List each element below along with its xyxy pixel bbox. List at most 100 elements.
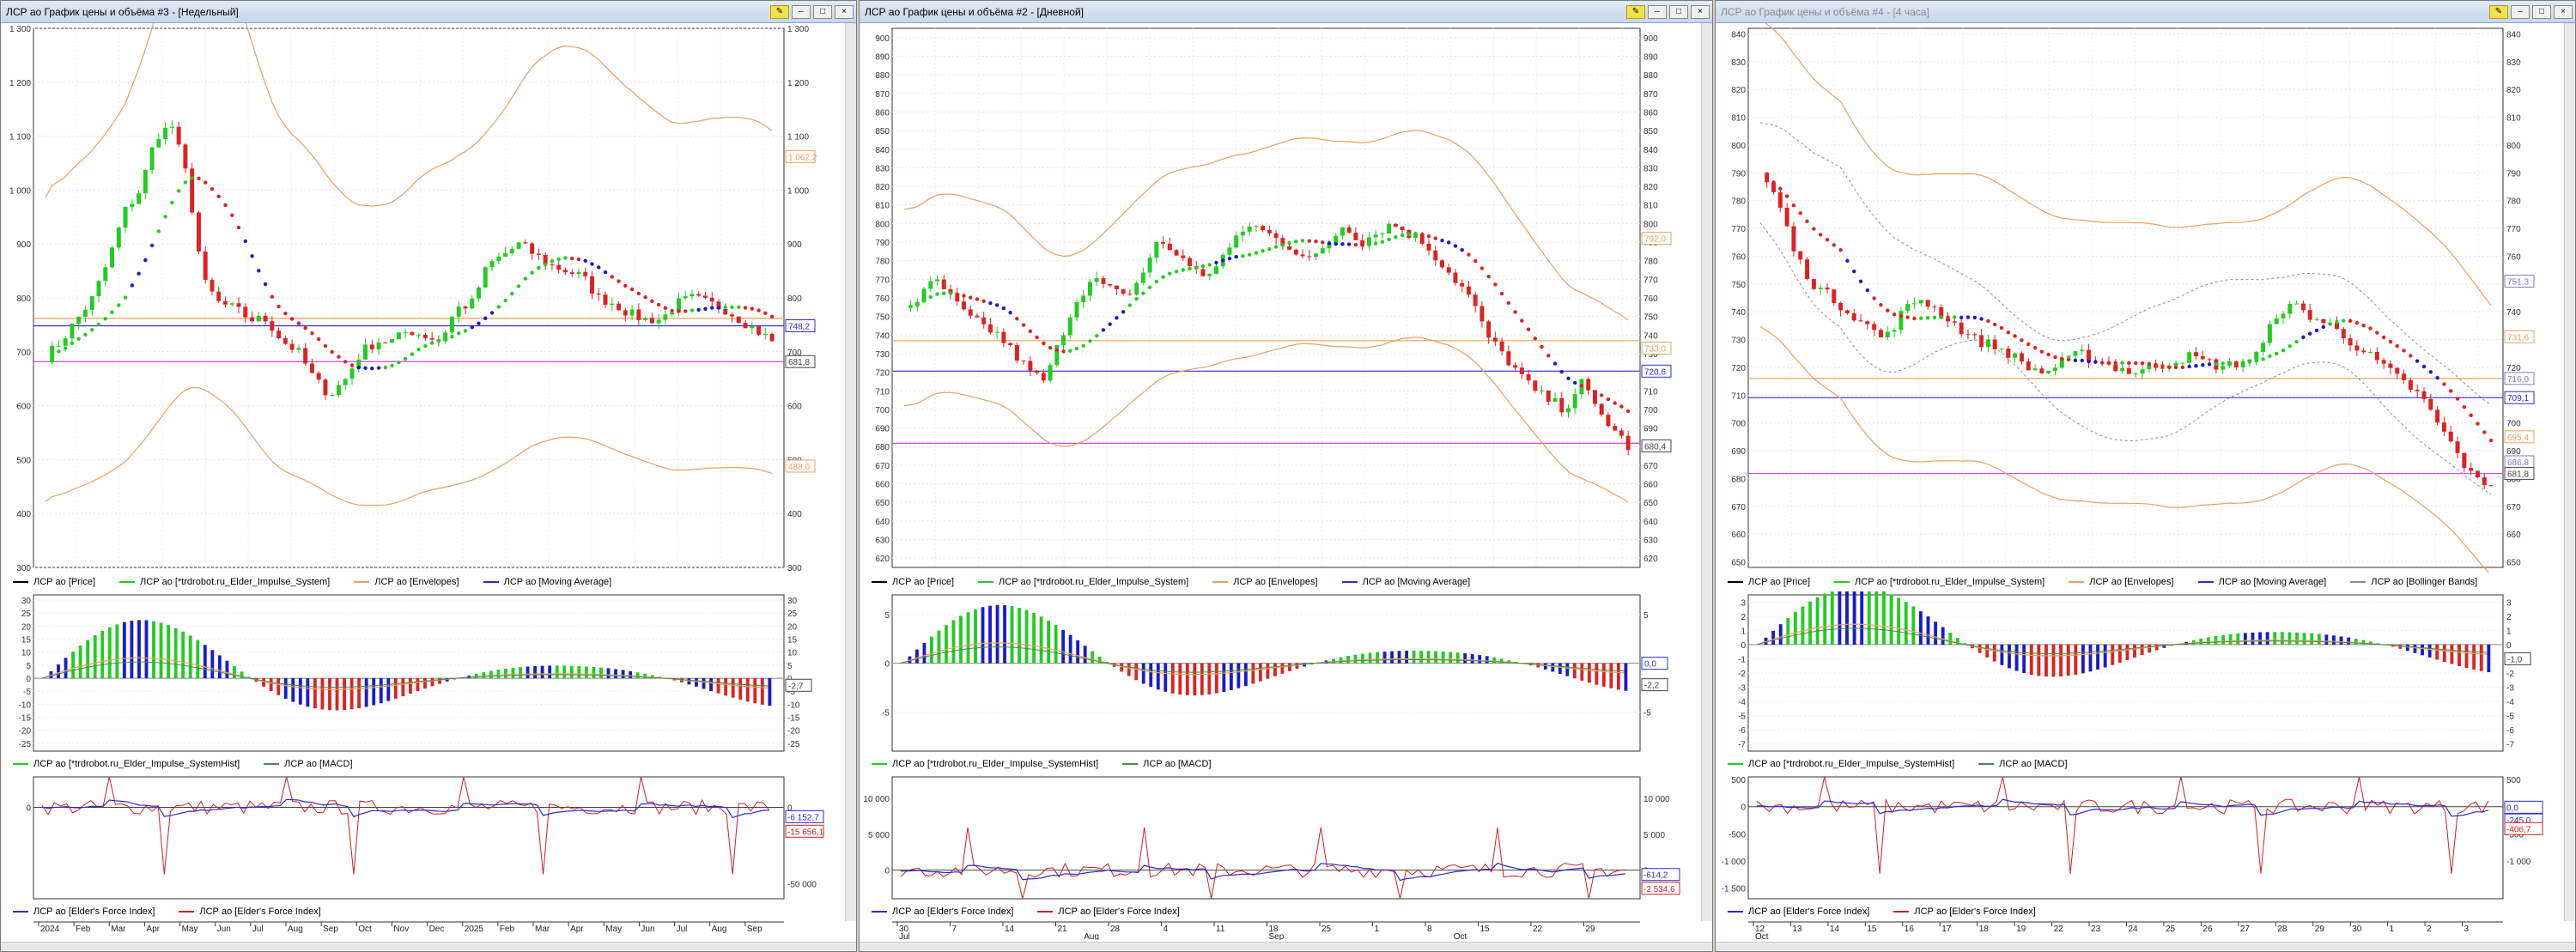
price-tick-left: 900 <box>16 240 31 250</box>
macd-hist-bar <box>1441 651 1445 664</box>
vertical-scrollbar[interactable] <box>1701 23 1712 921</box>
minimize-button[interactable]: – <box>1648 4 1667 19</box>
close-button[interactable]: × <box>1691 4 1710 19</box>
chart-window-w4[interactable]: ЛСР ао График цены и объёма #4 - [4 часа… <box>1715 0 2576 952</box>
legend-item[interactable]: ЛСР ао [Elder's Force Index] <box>872 907 1013 917</box>
legend-item[interactable]: ЛСР ао [*trdrobot.ru_Elder_Impulse_Syste… <box>119 577 330 587</box>
close-button[interactable]: × <box>2554 4 2573 19</box>
impulse-dot <box>730 305 734 310</box>
legend-item[interactable]: ЛСР ао [Price] <box>872 577 954 587</box>
legend-item[interactable]: ЛСР ао [Moving Average] <box>1341 577 1470 587</box>
macd-hist-bar <box>64 658 68 679</box>
price-chart[interactable]: 840 840 830 830 820 820 810 810 800 800 790 790 780 7… <box>1716 18 2565 576</box>
legend-item[interactable]: ЛСР ао [Envelopes] <box>354 577 459 587</box>
macd-pane[interactable]: 5500-5-50,0-2,2 <box>860 591 1712 755</box>
price-plot-area[interactable] <box>1747 27 2504 568</box>
force-index-pane[interactable]: 5000-500-1 000-1 5005000-500-1 0000,0-24… <box>1716 773 2575 902</box>
minimize-button[interactable]: – <box>792 4 811 19</box>
legend-item[interactable]: ЛСР ао [*trdrobot.ru_Elder_Impulse_Syste… <box>1728 759 1954 769</box>
legend-item[interactable]: ЛСР ао [Elder's Force Index] <box>1893 907 2036 917</box>
force-index-pane[interactable]: 10 0005 000010 0005 0000-614,2-2 534,6 <box>860 773 1712 902</box>
impulse-dot <box>1061 349 1066 354</box>
macd-tick-right: -15 <box>787 714 800 724</box>
horizontal-scrollbar[interactable] <box>1 942 856 951</box>
maximize-button[interactable]: □ <box>2532 4 2551 19</box>
candle-body <box>994 331 999 333</box>
macd-hist-bar <box>2199 638 2203 645</box>
pin-icon[interactable]: ✎ <box>770 4 789 19</box>
fi-plot-area[interactable] <box>1747 776 2504 900</box>
legend-item[interactable]: ЛСР ао [Moving Average] <box>483 577 611 587</box>
price-pane[interactable]: 1 300 1 300 1 200 1 200 1 100 1 100 1 000 1 000… <box>1 1 856 573</box>
vertical-scrollbar[interactable] <box>845 23 856 921</box>
legend-item[interactable]: ЛСР ао [Elder's Force Index] <box>179 907 321 917</box>
macd-pane[interactable]: 33221100-1-1-2-2-3-3-4-4-5-5-6-6-7-7-1,0 <box>1716 586 2575 755</box>
legend-item[interactable]: ЛСР ао [Envelopes] <box>2069 577 2174 587</box>
price-pane[interactable]: 900 900 890 890 880 880 870 870 860 860 850 850 840 8… <box>860 23 1712 573</box>
legend-item[interactable]: ЛСР ао [*trdrobot.ru_Elder_Impulse_Syste… <box>978 577 1188 587</box>
macd-hist-bar <box>959 615 963 664</box>
time-label: Jun <box>217 925 231 934</box>
horizontal-scrollbar[interactable] <box>860 942 1712 951</box>
legend-item[interactable]: ЛСР ао [Elder's Force Index] <box>1728 907 1869 917</box>
time-label: 7 <box>952 925 957 934</box>
legend-item[interactable]: ЛСР ао [*trdrobot.ru_Elder_Impulse_Syste… <box>13 759 240 769</box>
pin-icon[interactable]: ✎ <box>1626 4 1645 19</box>
price-badge: 681,8 <box>2504 467 2535 481</box>
impulse-dot <box>2368 326 2372 330</box>
candle-body <box>1234 235 1239 248</box>
macd-pane[interactable]: 303025252020151510105500-5-5-10-10-15-15… <box>1 591 856 755</box>
macd-chart[interactable]: 303025252020151510105500-5-5-10-10-15-15… <box>1 591 846 755</box>
time-axis: 30 7 14 21 28 4 11 18 25 1 8 15 22 29 Jul Aug Sep Oct <box>860 921 1702 942</box>
price-pane[interactable]: 840 840 830 830 820 820 810 810 800 800 790 790 780 7… <box>1716 18 2575 576</box>
legend-item[interactable]: ЛСР ао [Elder's Force Index] <box>13 907 155 917</box>
window-titlebar[interactable]: ЛСР ао График цены и объёма #4 - [4 часа… <box>1716 1 2575 23</box>
maximize-button[interactable]: □ <box>813 4 832 19</box>
chart-window-w3[interactable]: ЛСР ао График цены и объёма #3 - [Недель… <box>0 0 857 952</box>
time-label: Nov <box>393 925 409 934</box>
legend-item[interactable]: ЛСР ао [Envelopes] <box>1212 577 1318 587</box>
pin-icon[interactable]: ✎ <box>2489 4 2508 19</box>
price-badge: 1 062,2 <box>785 149 817 163</box>
vertical-scrollbar[interactable] <box>2564 23 2575 921</box>
window-titlebar[interactable]: ЛСР ао График цены и объёма #2 - [Дневно… <box>860 1 1712 23</box>
macd-hist-bar <box>1492 657 1497 664</box>
macd-badge: -2,7 <box>785 678 812 692</box>
legend-item[interactable]: ЛСР ао [*trdrobot.ru_Elder_Impulse_Syste… <box>1834 577 2044 587</box>
legend-item[interactable]: ЛСР ао [Moving Average] <box>2197 577 2326 587</box>
legend-item[interactable]: ЛСР ао [MACD] <box>1978 759 2068 769</box>
chart-window-w2[interactable]: ЛСР ао График цены и объёма #2 - [Дневно… <box>859 0 1713 952</box>
macd-hist-bar <box>1266 663 1270 679</box>
price-chart[interactable]: 1 300 1 300 1 200 1 200 1 100 1 100 1 000 1 000… <box>1 1 846 573</box>
legend-item[interactable]: ЛСР ао [Elder's Force Index] <box>1037 907 1180 917</box>
force-index-chart[interactable]: 5000-500-1 000-1 5005000-500-1 0000,0-24… <box>1716 773 2565 902</box>
legend-item[interactable]: ЛСР ао [Price] <box>1728 577 1810 587</box>
macd-chart[interactable]: 33221100-1-1-2-2-3-3-4-4-5-5-6-6-7-7-1,0 <box>1716 586 2565 755</box>
legend-item[interactable]: ЛСР ао [Bollinger Bands] <box>2350 577 2477 587</box>
close-button[interactable]: × <box>835 4 854 19</box>
macd-hist-bar <box>313 678 317 709</box>
fi-plot-area[interactable] <box>33 776 785 900</box>
macd-hist-bar <box>1470 653 1474 664</box>
impulse-dot <box>2435 376 2439 380</box>
minimize-button[interactable]: – <box>2511 4 2530 19</box>
candle-body <box>1552 397 1558 403</box>
macd-hist-bar <box>753 678 757 704</box>
legend-item[interactable]: ЛСР ао [MACD] <box>1122 759 1212 769</box>
force-index-chart[interactable]: 0 0-50 000-6 152,7-15 656,1 <box>1 773 846 902</box>
legend-item[interactable]: ЛСР ао [Price] <box>13 577 95 587</box>
force-index-pane[interactable]: 0 0 -50 000 -6 152,7 -15 656,1 <box>1 773 856 902</box>
impulse-dot <box>1479 266 1485 270</box>
price-chart[interactable]: 900 900 890 890 880 880 870 870 860 860 850 850 840 8… <box>860 23 1702 573</box>
horizontal-scrollbar[interactable] <box>1716 942 2575 951</box>
force-index-chart[interactable]: 10 0005 000010 0005 0000-614,2-2 534,6 <box>860 773 1702 902</box>
maximize-button[interactable]: □ <box>1669 4 1688 19</box>
impulse-dot <box>1778 186 1783 191</box>
macd-chart[interactable]: 5500-5-50,0-2,2 <box>860 591 1702 755</box>
fi-plot-area[interactable] <box>891 776 1641 900</box>
legend-item[interactable]: ЛСР ао [MACD] <box>264 759 353 769</box>
macd-hist-bar <box>2228 634 2233 645</box>
time-label: 2 <box>2427 925 2432 934</box>
legend-item[interactable]: ЛСР ао [*trdrobot.ru_Elder_Impulse_Syste… <box>872 759 1098 769</box>
window-titlebar[interactable]: ЛСР ао График цены и объёма #3 - [Недель… <box>1 1 856 23</box>
